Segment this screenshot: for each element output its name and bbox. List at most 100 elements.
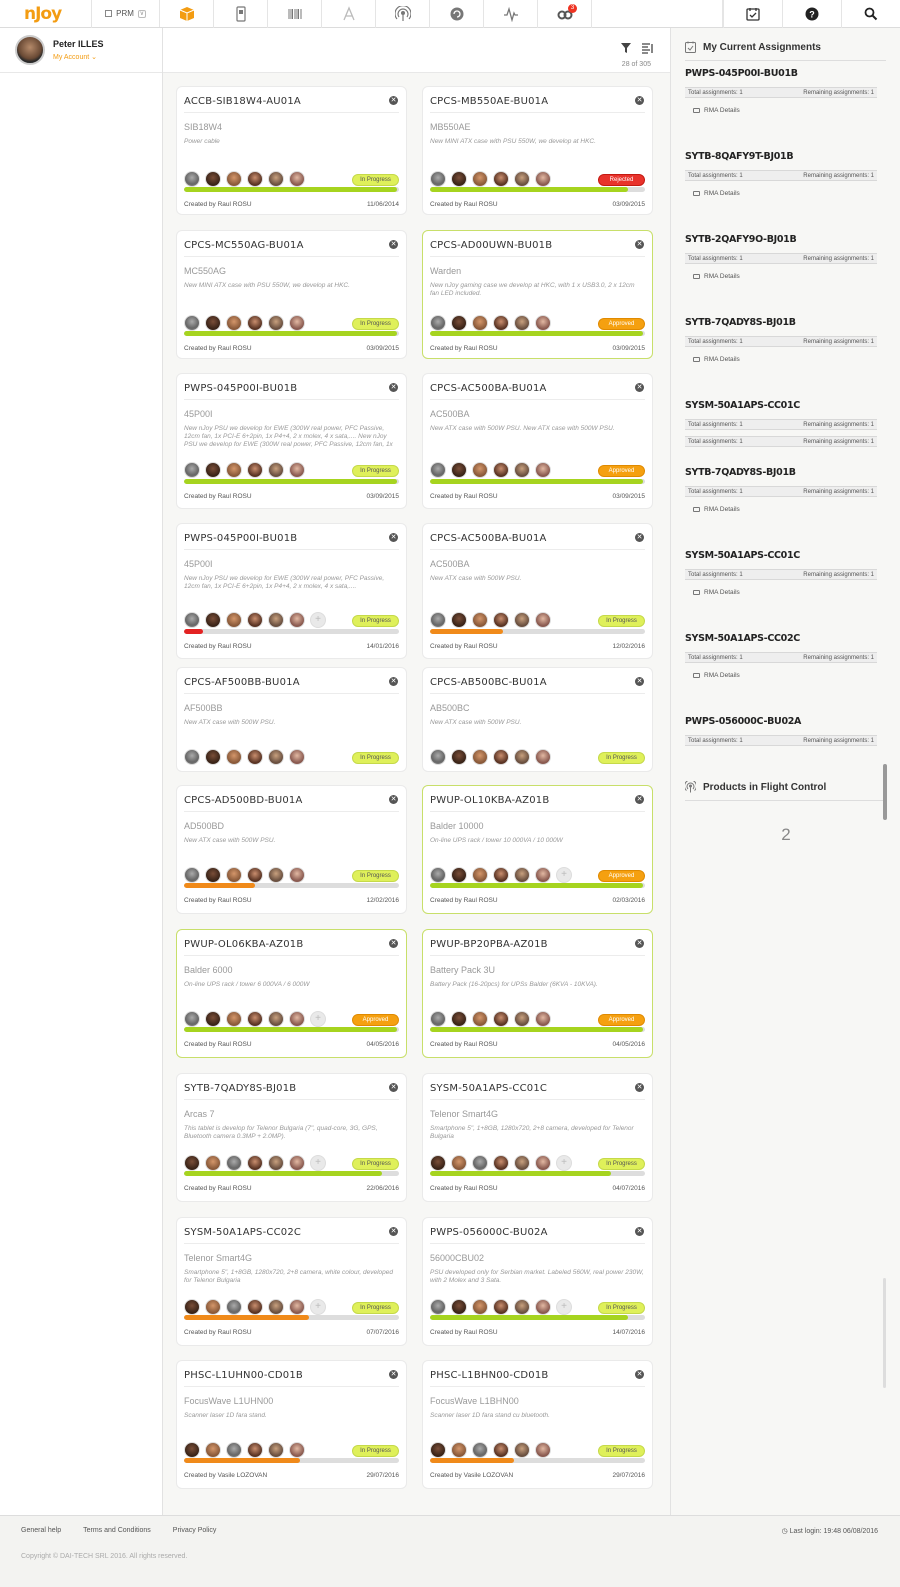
member-avatar[interactable]	[268, 1011, 284, 1027]
member-avatar[interactable]	[514, 1299, 530, 1315]
product-code[interactable]: CPCS-MB550AE-BU01A	[430, 87, 645, 113]
nav-devices[interactable]	[214, 0, 268, 28]
member-avatar[interactable]	[451, 1442, 467, 1458]
member-avatar[interactable]	[535, 1011, 551, 1027]
close-icon[interactable]: ✕	[389, 1370, 398, 1379]
member-avatar[interactable]	[430, 462, 446, 478]
member-avatar[interactable]	[289, 1442, 305, 1458]
add-member-button[interactable]: +	[556, 1299, 572, 1315]
product-code[interactable]: PWUP-OL10KBA-AZ01B	[430, 786, 645, 812]
member-avatar[interactable]	[184, 1155, 200, 1171]
member-avatar[interactable]	[514, 867, 530, 883]
product-card[interactable]: PHSC-L1BHN00-CD01B ✕ FocusWave L1BHN00 Scan…	[422, 1360, 653, 1489]
member-avatar[interactable]	[472, 1442, 488, 1458]
product-code[interactable]: CPCS-AD00UWN-BU01B	[430, 231, 645, 257]
product-code[interactable]: SYSM-50A1APS-CC02C	[184, 1218, 399, 1244]
member-avatar[interactable]	[472, 315, 488, 331]
close-icon[interactable]: ✕	[635, 1370, 644, 1379]
member-avatar[interactable]	[430, 867, 446, 883]
member-avatar[interactable]	[268, 1442, 284, 1458]
assignment-item[interactable]: SYTB-2QAFY9O-BJ01B Total assignments: 1 Re…	[685, 234, 877, 280]
close-icon[interactable]: ✕	[635, 533, 644, 542]
member-avatar[interactable]	[493, 867, 509, 883]
member-avatar[interactable]	[268, 1299, 284, 1315]
member-avatar[interactable]	[514, 171, 530, 187]
product-card[interactable]: PWPS-045P00I-BU01B ✕ 45P00I New nJoy PSU we…	[176, 523, 407, 659]
nav-flight-control[interactable]	[376, 0, 430, 28]
member-avatar[interactable]	[226, 1442, 242, 1458]
member-avatar[interactable]	[226, 612, 242, 628]
general-help-link[interactable]: General help	[21, 1527, 61, 1534]
add-member-button[interactable]: +	[310, 1299, 326, 1315]
member-avatar[interactable]	[493, 1011, 509, 1027]
member-avatar[interactable]	[184, 867, 200, 883]
member-avatar[interactable]	[451, 1011, 467, 1027]
member-avatar[interactable]	[205, 171, 221, 187]
assignment-item[interactable]: SYSM-50A1APS-CC01C Total assignments: 1 Re…	[685, 550, 877, 596]
rma-details-link[interactable]: RMA Details	[685, 273, 877, 280]
member-avatar[interactable]	[493, 1155, 509, 1171]
nav-search[interactable]	[841, 0, 900, 28]
assignment-code[interactable]: SYSM-50A1APS-CC01C	[685, 400, 877, 411]
close-icon[interactable]: ✕	[389, 795, 398, 804]
member-avatar[interactable]	[205, 749, 221, 765]
assignment-code[interactable]: SYTB-2QAFY9O-BJ01B	[685, 234, 877, 245]
rma-details-link[interactable]: RMA Details	[685, 589, 877, 596]
member-avatar[interactable]	[289, 612, 305, 628]
member-avatar[interactable]	[247, 1155, 263, 1171]
module-selector[interactable]: PRM v	[92, 0, 160, 27]
close-icon[interactable]: ✕	[635, 240, 644, 249]
member-avatar[interactable]	[535, 1299, 551, 1315]
assignment-code[interactable]: SYSM-50A1APS-CC01C	[685, 550, 877, 561]
close-icon[interactable]: ✕	[635, 939, 644, 948]
close-icon[interactable]: ✕	[635, 383, 644, 392]
assignment-item[interactable]: SYTB-7QADY8S-BJ01B Total assignments: 1 Re…	[685, 467, 877, 513]
member-avatar[interactable]	[268, 867, 284, 883]
add-member-button[interactable]: +	[310, 1155, 326, 1171]
member-avatar[interactable]	[535, 749, 551, 765]
product-code[interactable]: PWPS-056000C-BU02A	[430, 1218, 645, 1244]
member-avatar[interactable]	[472, 1011, 488, 1027]
member-avatar[interactable]	[472, 1155, 488, 1171]
member-avatar[interactable]	[226, 462, 242, 478]
member-avatar[interactable]	[268, 171, 284, 187]
member-avatar[interactable]	[535, 867, 551, 883]
nav-help[interactable]: ?	[782, 0, 841, 28]
assignment-code[interactable]: SYTB-7QADY8S-BJ01B	[685, 317, 877, 328]
product-code[interactable]: PWPS-045P00I-BU01B	[184, 374, 399, 400]
assignment-item[interactable]: SYSM-50A1APS-CC02C Total assignments: 1 Re…	[685, 633, 877, 679]
product-code[interactable]: CPCS-AB500BC-BU01A	[430, 668, 645, 694]
user-profile[interactable]: Peter ILLES My Account ⌄	[0, 28, 162, 73]
product-card[interactable]: PHSC-L1UHN00-CD01B ✕ FocusWave L1UHN00 Scan…	[176, 1360, 407, 1489]
member-avatar[interactable]	[493, 171, 509, 187]
close-icon[interactable]: ✕	[635, 795, 644, 804]
member-avatar[interactable]	[472, 749, 488, 765]
product-card[interactable]: PWPS-045P00I-BU01B ✕ 45P00I New nJoy PSU we…	[176, 373, 407, 509]
assignment-code[interactable]: SYTB-7QADY8S-BJ01B	[685, 467, 877, 478]
member-avatar[interactable]	[514, 749, 530, 765]
member-avatar[interactable]	[430, 1011, 446, 1027]
rma-details-link[interactable]: RMA Details	[685, 356, 877, 363]
member-avatar[interactable]	[289, 1299, 305, 1315]
member-avatar[interactable]	[514, 1155, 530, 1171]
member-avatar[interactable]	[184, 171, 200, 187]
member-avatar[interactable]	[184, 1299, 200, 1315]
member-avatar[interactable]	[247, 1299, 263, 1315]
close-icon[interactable]: ✕	[635, 1227, 644, 1236]
member-avatar[interactable]	[268, 315, 284, 331]
member-avatar[interactable]	[247, 1011, 263, 1027]
product-card[interactable]: SYSM-50A1APS-CC02C ✕ Telenor Smart4G Smartp…	[176, 1217, 407, 1346]
member-avatar[interactable]	[451, 1299, 467, 1315]
member-avatar[interactable]	[451, 315, 467, 331]
user-avatar[interactable]	[15, 35, 45, 65]
member-avatar[interactable]	[205, 462, 221, 478]
product-card[interactable]: CPCS-AF500BB-BU01A ✕ AF500BB New ATX case w…	[176, 667, 407, 772]
member-avatar[interactable]	[268, 612, 284, 628]
member-avatar[interactable]	[493, 1442, 509, 1458]
nav-rma[interactable]	[430, 0, 484, 28]
member-avatar[interactable]	[184, 612, 200, 628]
member-avatar[interactable]	[493, 315, 509, 331]
member-avatar[interactable]	[184, 1442, 200, 1458]
close-icon[interactable]: ✕	[389, 1083, 398, 1092]
product-code[interactable]: CPCS-MC550AG-BU01A	[184, 231, 399, 257]
